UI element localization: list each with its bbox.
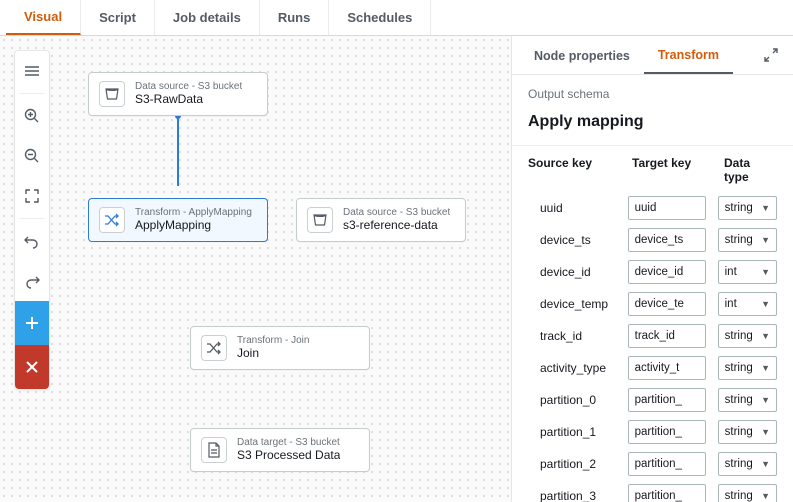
add-node-button[interactable] (15, 301, 49, 345)
tab-visual[interactable]: Visual (6, 0, 81, 35)
canvas-toolbox (14, 50, 50, 390)
chevron-down-icon: ▼ (761, 267, 770, 277)
source-key-label: device_temp (540, 297, 616, 311)
panel-tab-transform[interactable]: Transform (644, 36, 733, 74)
node-title-label: S3 Processed Data (237, 449, 340, 463)
mapping-row: activity_type string▼ (512, 352, 793, 384)
source-key-label: partition_0 (540, 393, 616, 407)
target-key-input[interactable] (628, 324, 706, 348)
redo-icon[interactable] (15, 261, 49, 301)
mapping-header: Source key Target key Data type (512, 146, 793, 192)
mapping-row: partition_1 string▼ (512, 416, 793, 448)
data-type-select[interactable]: string▼ (718, 228, 777, 252)
col-source-key: Source key (528, 156, 620, 184)
source-key-label: device_id (540, 265, 616, 279)
target-key-input[interactable] (628, 484, 706, 502)
mapping-row: partition_0 string▼ (512, 384, 793, 416)
document-icon (201, 437, 227, 463)
tab-job-details[interactable]: Job details (155, 0, 260, 35)
data-type-select[interactable]: int▼ (718, 260, 777, 284)
mapping-row: partition_3 string▼ (512, 480, 793, 502)
source-key-label: partition_2 (540, 457, 616, 471)
col-target-key: Target key (632, 156, 712, 184)
node-s3-processed[interactable]: Data target - S3 bucket S3 Processed Dat… (190, 428, 370, 472)
chevron-down-icon: ▼ (761, 331, 770, 341)
tab-schedules[interactable]: Schedules (329, 0, 431, 35)
node-join[interactable]: Transform - Join Join (190, 326, 370, 370)
data-type-select[interactable]: string▼ (718, 356, 777, 380)
mapping-row: track_id string▼ (512, 320, 793, 352)
chevron-down-icon: ▼ (761, 299, 770, 309)
shuffle-icon (201, 335, 227, 361)
tab-script[interactable]: Script (81, 0, 155, 35)
chevron-down-icon: ▼ (761, 427, 770, 437)
source-key-label: partition_3 (540, 489, 616, 502)
target-key-input[interactable] (628, 388, 706, 412)
node-title-label: S3-RawData (135, 93, 242, 107)
col-data-type: Data type (724, 156, 777, 184)
panel-heading: Apply mapping (512, 105, 793, 146)
mapping-row: device_ts string▼ (512, 224, 793, 256)
delete-node-button[interactable] (15, 345, 49, 389)
visual-canvas[interactable]: Data source - S3 bucket S3-RawData Trans… (0, 36, 511, 502)
source-key-label: activity_type (540, 361, 616, 375)
data-type-select[interactable]: string▼ (718, 484, 777, 502)
expand-icon[interactable] (757, 41, 785, 69)
source-key-label: track_id (540, 329, 616, 343)
data-type-select[interactable]: string▼ (718, 388, 777, 412)
node-s3-reference[interactable]: Data source - S3 bucket s3-reference-dat… (296, 198, 466, 242)
data-type-select[interactable]: string▼ (718, 324, 777, 348)
data-type-select[interactable]: string▼ (718, 196, 777, 220)
bucket-icon (99, 81, 125, 107)
target-key-input[interactable] (628, 356, 706, 380)
mapping-row: partition_2 string▼ (512, 448, 793, 480)
mapping-row: device_temp int▼ (512, 288, 793, 320)
mapping-row: uuid string▼ (512, 192, 793, 224)
data-type-select[interactable]: string▼ (718, 452, 777, 476)
chevron-down-icon: ▼ (761, 459, 770, 469)
node-title-label: s3-reference-data (343, 219, 450, 233)
chevron-down-icon: ▼ (761, 363, 770, 373)
bucket-icon (307, 207, 333, 233)
target-key-input[interactable] (628, 452, 706, 476)
source-key-label: device_ts (540, 233, 616, 247)
tab-runs[interactable]: Runs (260, 0, 330, 35)
node-title-label: ApplyMapping (135, 219, 252, 233)
source-key-label: partition_1 (540, 425, 616, 439)
shuffle-icon (99, 207, 125, 233)
source-key-label: uuid (540, 201, 616, 215)
chevron-down-icon: ▼ (761, 395, 770, 405)
fit-icon[interactable] (15, 176, 49, 216)
undo-icon[interactable] (15, 221, 49, 261)
menu-icon[interactable] (15, 51, 49, 91)
mapping-rows: uuid string▼ device_ts string▼ device_id int▼… (512, 192, 793, 502)
output-schema-link[interactable]: Output schema (512, 75, 793, 105)
target-key-input[interactable] (628, 196, 706, 220)
chevron-down-icon: ▼ (761, 491, 770, 501)
top-tabs: Visual Script Job details Runs Schedules (0, 0, 793, 36)
data-type-select[interactable]: string▼ (718, 420, 777, 444)
target-key-input[interactable] (628, 228, 706, 252)
mapping-row: device_id int▼ (512, 256, 793, 288)
node-s3-rawdata[interactable]: Data source - S3 bucket S3-RawData (88, 72, 268, 116)
properties-panel: Node properties Transform Output schema … (511, 36, 793, 502)
chevron-down-icon: ▼ (761, 235, 770, 245)
chevron-down-icon: ▼ (761, 203, 770, 213)
panel-tab-node-properties[interactable]: Node properties (520, 37, 644, 73)
node-applymapping[interactable]: Transform - ApplyMapping ApplyMapping (88, 198, 268, 242)
target-key-input[interactable] (628, 260, 706, 284)
node-title-label: Join (237, 347, 309, 361)
zoom-out-icon[interactable] (15, 136, 49, 176)
target-key-input[interactable] (628, 292, 706, 316)
target-key-input[interactable] (628, 420, 706, 444)
zoom-in-icon[interactable] (15, 96, 49, 136)
data-type-select[interactable]: int▼ (718, 292, 777, 316)
